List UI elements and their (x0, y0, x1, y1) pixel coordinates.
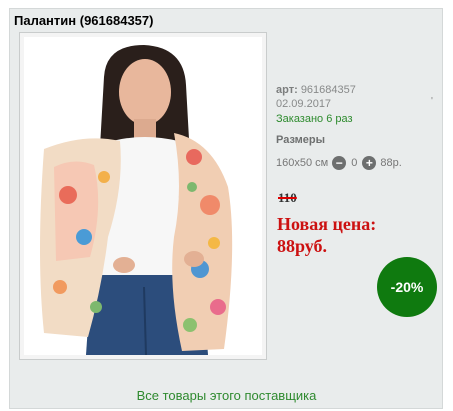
product-photo-frame[interactable] (19, 32, 267, 360)
sku-label: арт: (276, 84, 298, 96)
product-title: Палантин (961684357) (14, 13, 154, 28)
order-count: Заказано 6 раз (276, 113, 353, 125)
size-name: 160x50 см (276, 157, 329, 169)
tick-mark-icon: ' (431, 96, 433, 107)
new-price-label: Новая цена: (277, 214, 377, 234)
sku-value: 961684357 (300, 84, 356, 96)
product-photo[interactable] (24, 37, 262, 355)
minus-circle-icon[interactable]: − (332, 156, 347, 170)
sizes-label: Размеры (276, 134, 326, 146)
new-price: Новая цена: 88руб. (277, 213, 427, 257)
new-price-value: 88руб. (277, 236, 328, 256)
discount-badge: -20% (377, 257, 437, 317)
old-price: 110 (278, 190, 297, 205)
size-price: 88р. (380, 157, 402, 169)
size-quantity: 0 (351, 157, 358, 169)
size-row: 160x50 см − 0 + 88р. (276, 155, 402, 171)
sku-line: арт: 961684357 (276, 84, 356, 96)
supplier-products-link[interactable]: Все товары этого поставщика (0, 388, 453, 403)
date: 02.09.2017 (276, 98, 332, 110)
plus-circle-icon[interactable]: + (362, 156, 377, 170)
